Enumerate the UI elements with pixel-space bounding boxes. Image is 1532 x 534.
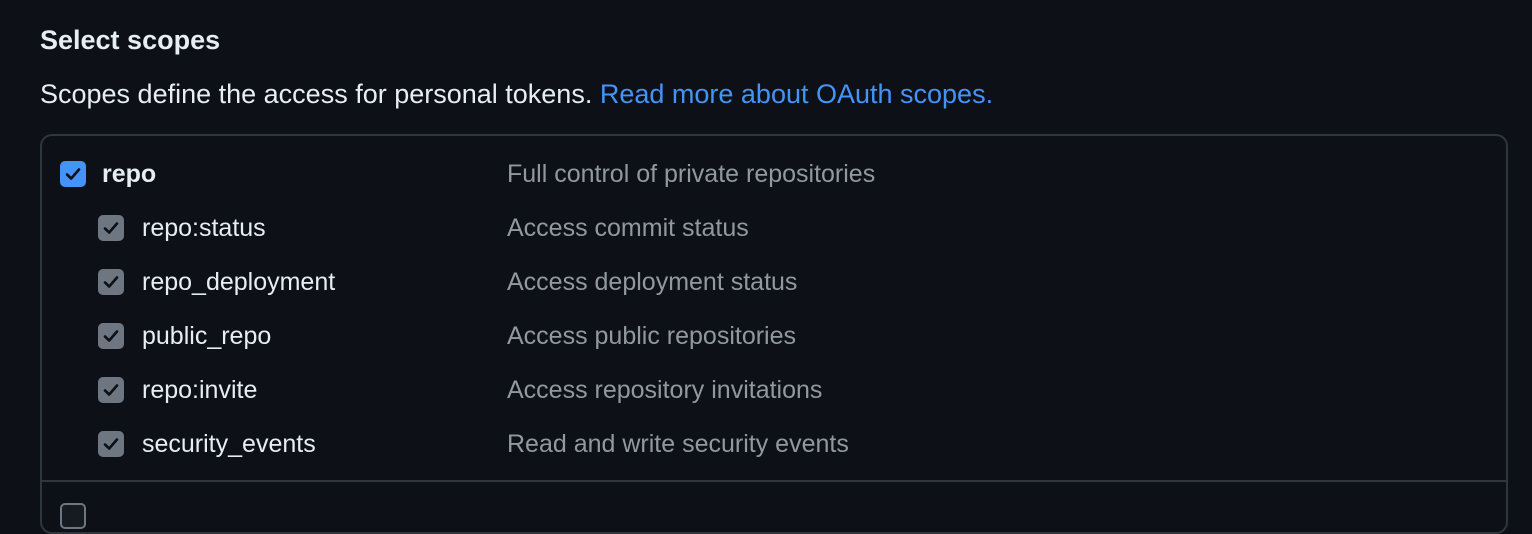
check-icon [103,330,119,342]
scope-description: Access deployment status [507,268,798,296]
scope-description: Read and write security events [507,430,849,458]
scope-row-repo[interactable]: repo Full control of private repositorie… [58,156,1498,192]
scope-name: repo:invite [142,376,258,404]
scopes-list: repo Full control of private repositorie… [40,134,1508,534]
scope-row-public-repo[interactable]: public_repo Access public repositories [98,318,1498,354]
scope-description: Full control of private repositories [507,160,876,188]
scope-description: Access repository invitations [507,376,823,404]
scope-row-repo-status[interactable]: repo:status Access commit status [98,210,1498,246]
repo-deployment-checkbox[interactable] [98,269,124,295]
section-title: Select scopes [40,25,221,55]
scope-name: repo [102,160,157,188]
check-icon [103,438,119,450]
security-events-checkbox[interactable] [98,431,124,457]
scope-description: Access commit status [507,214,749,242]
scope-name: repo:status [142,214,266,242]
public-repo-checkbox[interactable] [98,323,124,349]
scope-name: security_events [142,430,316,458]
group-divider [42,480,1506,482]
next-group-checkbox[interactable] [60,503,86,529]
scope-row-next-group[interactable] [58,498,1498,534]
scope-name: repo_deployment [142,268,336,296]
check-icon [65,168,81,180]
repo-status-checkbox[interactable] [98,215,124,241]
scope-row-repo-deployment[interactable]: repo_deployment Access deployment status [98,264,1498,300]
scope-name: public_repo [142,322,272,350]
repo-checkbox[interactable] [60,161,86,187]
oauth-scopes-link[interactable]: Read more about OAuth scopes. [600,79,993,109]
check-icon [103,384,119,396]
description-text: Scopes define the access for personal to… [40,79,593,109]
check-icon [103,222,119,234]
scope-row-security-events[interactable]: security_events Read and write security … [98,426,1498,462]
scope-row-repo-invite[interactable]: repo:invite Access repository invitation… [98,372,1498,408]
check-icon [103,276,119,288]
scope-description: Access public repositories [507,322,797,350]
section-description: Scopes define the access for personal to… [40,76,993,112]
repo-invite-checkbox[interactable] [98,377,124,403]
